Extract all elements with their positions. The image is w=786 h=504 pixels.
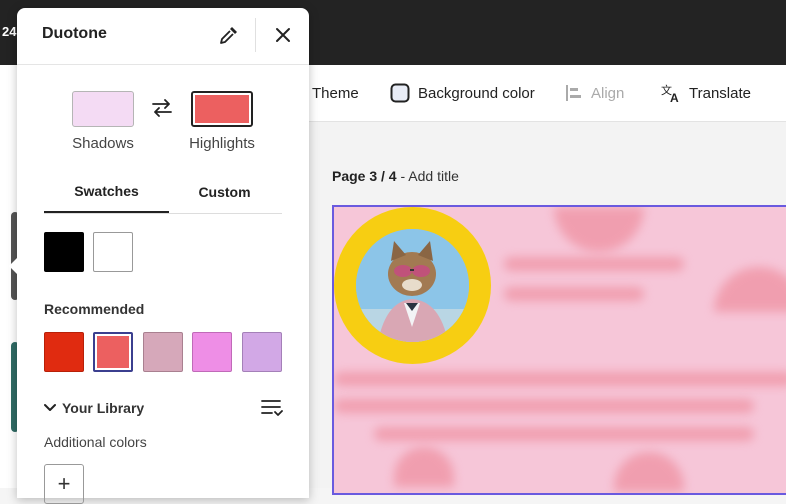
page-number: Page 3 / 4 bbox=[332, 168, 397, 184]
your-library-toggle[interactable]: Your Library bbox=[44, 400, 144, 416]
highlights-color-chip[interactable] bbox=[191, 91, 253, 127]
translate-button[interactable]: 文A Translate bbox=[661, 65, 751, 121]
align-label: Align bbox=[591, 84, 625, 102]
theme-label: Theme bbox=[312, 84, 359, 102]
add-color-button[interactable]: + bbox=[44, 464, 84, 504]
background-shape bbox=[334, 399, 754, 413]
background-shape bbox=[504, 287, 644, 301]
background-shape bbox=[714, 267, 786, 312]
your-library-label: Your Library bbox=[62, 400, 145, 416]
close-icon bbox=[276, 28, 290, 42]
swatch-recommended[interactable] bbox=[192, 332, 232, 372]
recommended-heading: Recommended bbox=[44, 301, 145, 317]
add-title-link[interactable]: Add title bbox=[408, 168, 459, 184]
background-shape bbox=[334, 372, 786, 386]
svg-text:A: A bbox=[670, 91, 679, 103]
library-options-button[interactable] bbox=[261, 398, 283, 423]
highlights-label: Highlights bbox=[189, 135, 255, 152]
swatch-recommended-selected[interactable] bbox=[93, 332, 133, 372]
page-separator: - bbox=[396, 168, 409, 184]
swap-arrows-icon bbox=[152, 99, 172, 117]
page-title-row: Page 3 / 4 - Add title bbox=[332, 168, 459, 184]
background-shape bbox=[374, 427, 754, 441]
panel-header: Duotone bbox=[17, 8, 309, 65]
swatch-recommended[interactable] bbox=[143, 332, 183, 372]
chevron-down-icon bbox=[44, 404, 56, 411]
shadows-label: Shadows bbox=[72, 135, 134, 152]
background-color-button[interactable]: Background color bbox=[390, 65, 535, 121]
duotone-panel: Duotone Shadows Highlights Swatches Cust… bbox=[17, 8, 309, 504]
additional-colors-label: Additional colors bbox=[44, 434, 147, 450]
background-shape bbox=[504, 257, 684, 271]
panel-title: Duotone bbox=[42, 25, 107, 42]
close-button[interactable] bbox=[271, 23, 295, 47]
swatch-black[interactable] bbox=[44, 232, 84, 272]
background-shape bbox=[614, 452, 684, 492]
translate-label: Translate bbox=[689, 84, 751, 102]
swatch-recommended[interactable] bbox=[242, 332, 282, 372]
page-thumbnail-rail bbox=[0, 121, 17, 488]
color-source-tabs: Swatches Custom bbox=[44, 170, 282, 214]
align-button[interactable]: Align bbox=[565, 65, 624, 121]
background-color-label: Background color bbox=[418, 84, 535, 102]
header-divider bbox=[255, 18, 256, 52]
topbar-text-fragment: 24 bbox=[2, 24, 17, 39]
panel-pointer-arrow bbox=[9, 256, 19, 276]
eyedropper-icon bbox=[220, 27, 237, 44]
swatch-recommended[interactable] bbox=[44, 332, 84, 372]
shadows-color-chip[interactable] bbox=[72, 91, 134, 127]
swatch-white[interactable] bbox=[93, 232, 133, 272]
translate-icon: 文A bbox=[661, 83, 681, 103]
background-shape bbox=[554, 207, 644, 252]
theme-button[interactable]: Theme bbox=[312, 65, 359, 121]
cat-avatar-image[interactable] bbox=[356, 229, 469, 342]
swap-colors-button[interactable] bbox=[151, 99, 173, 122]
eyedropper-button[interactable] bbox=[217, 23, 241, 47]
tab-swatches[interactable]: Swatches bbox=[44, 170, 169, 213]
color-square-icon bbox=[390, 83, 410, 103]
tab-custom[interactable]: Custom bbox=[162, 170, 287, 213]
list-filter-icon bbox=[261, 400, 283, 416]
background-shape bbox=[394, 447, 454, 487]
align-icon bbox=[565, 84, 583, 102]
